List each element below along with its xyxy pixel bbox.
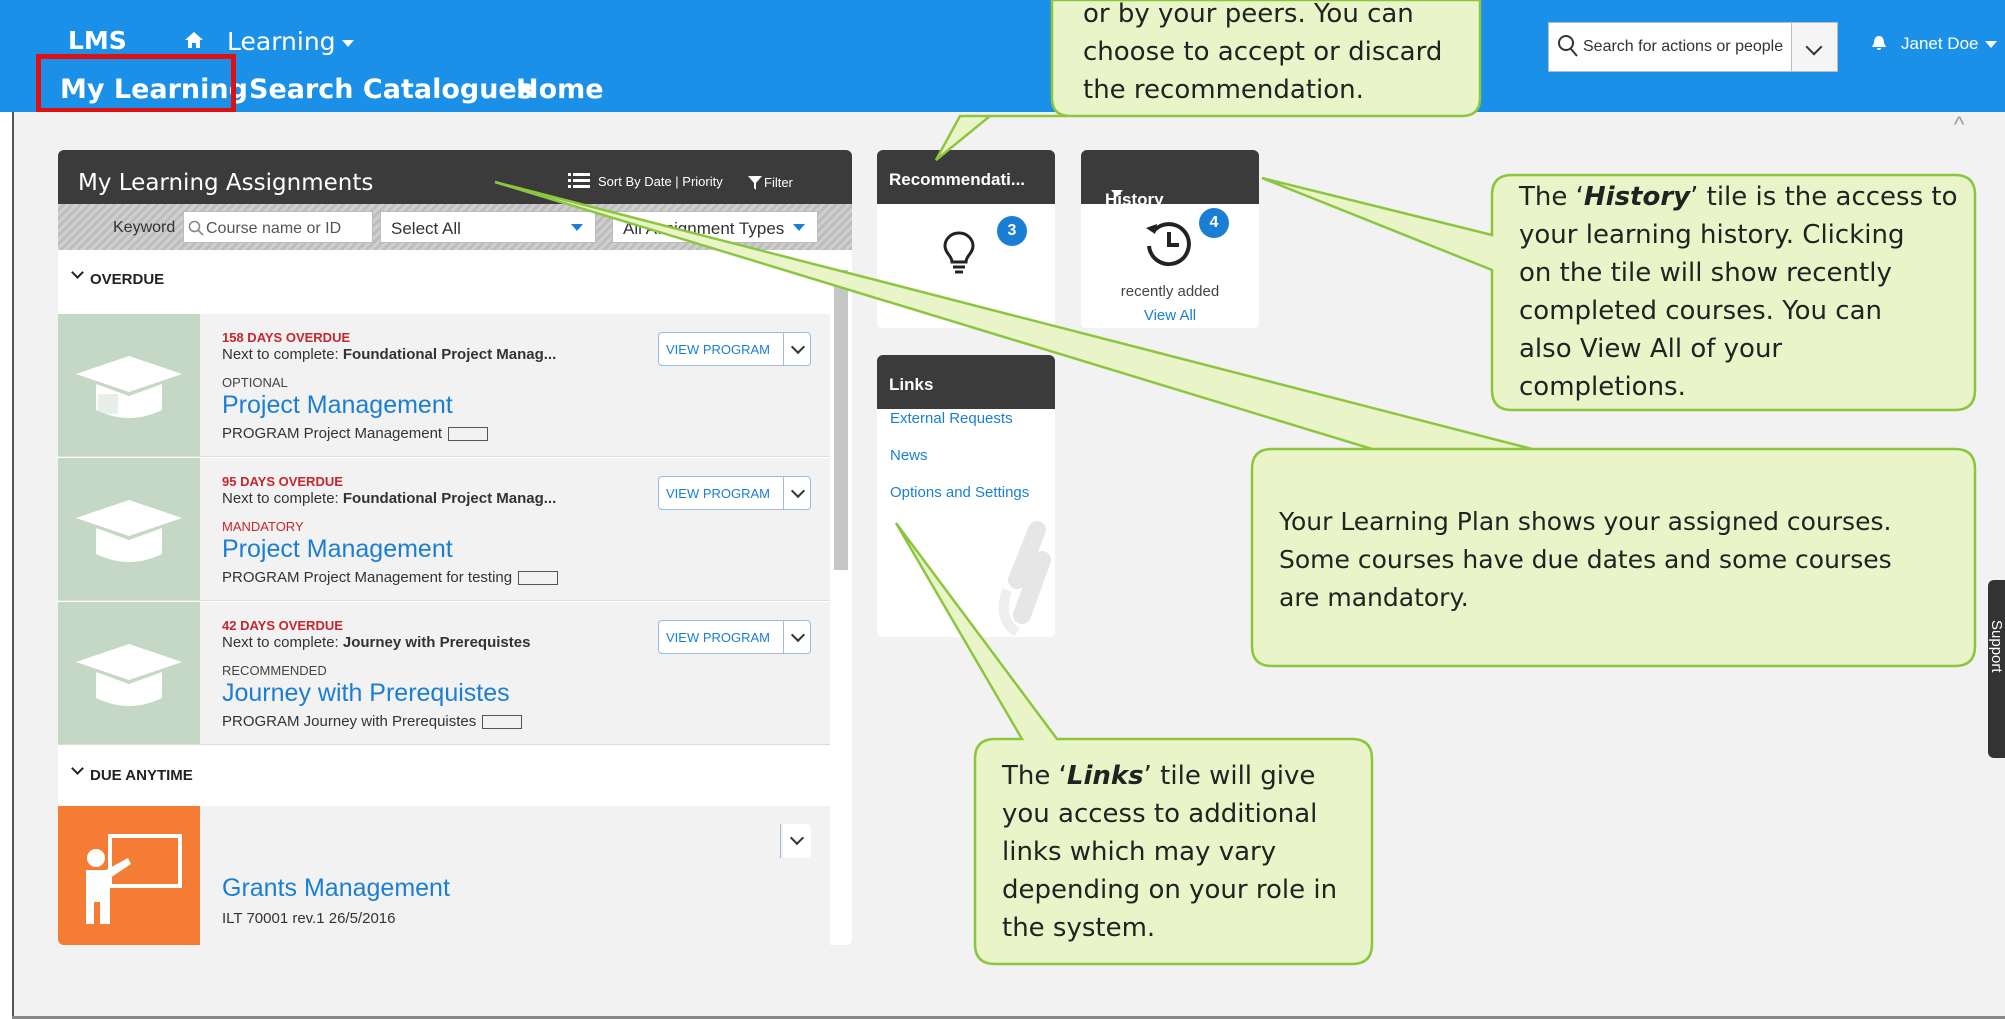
callout-line: also View All of your bbox=[1519, 334, 1783, 364]
callout-line: The ‘Links’ tile will give bbox=[1002, 757, 1337, 795]
callout-line: or by your peers. You can bbox=[1083, 0, 1414, 29]
callout-text-part: The ‘ bbox=[1519, 182, 1584, 212]
callout-text-part: ’ tile is the access to bbox=[1690, 182, 1958, 212]
callout-line: completed courses. You can bbox=[1519, 296, 1882, 326]
callout-line: you access to additional bbox=[1002, 799, 1318, 829]
callout-line: are mandatory. bbox=[1279, 583, 1469, 612]
recommendation-callout-text: or by your peers. You can choose to acce… bbox=[1083, 0, 1442, 109]
callout-line: Your Learning Plan shows your assigned c… bbox=[1279, 507, 1892, 536]
callout-line: completions. bbox=[1519, 372, 1686, 402]
callout-line: the recommendation. bbox=[1083, 75, 1364, 105]
callout-emphasis: Links bbox=[1066, 761, 1144, 791]
callout-text-part: The ‘ bbox=[1002, 761, 1067, 791]
links-callout-text: The ‘Links’ tile will give you access to… bbox=[1002, 757, 1337, 947]
callout-line: the system. bbox=[1002, 913, 1156, 943]
callout-line: your learning history. Clicking bbox=[1519, 220, 1905, 250]
callout-line: depending on your role in bbox=[1002, 875, 1338, 905]
callout-line: choose to accept or discard bbox=[1083, 37, 1443, 67]
callout-line: on the tile will show recently bbox=[1519, 258, 1892, 288]
callout-line: The ‘History’ tile is the access to bbox=[1519, 178, 1958, 216]
history-callout-text: The ‘History’ tile is the access to your… bbox=[1519, 178, 1958, 406]
callout-line: Some courses have due dates and some cou… bbox=[1279, 545, 1892, 574]
callout-text-part: ’ tile will give bbox=[1143, 761, 1316, 791]
callout-emphasis: History bbox=[1583, 182, 1691, 212]
learning-plan-callout-text: Your Learning Plan shows your assigned c… bbox=[1279, 503, 1892, 617]
callout-line: links which may vary bbox=[1002, 837, 1277, 867]
